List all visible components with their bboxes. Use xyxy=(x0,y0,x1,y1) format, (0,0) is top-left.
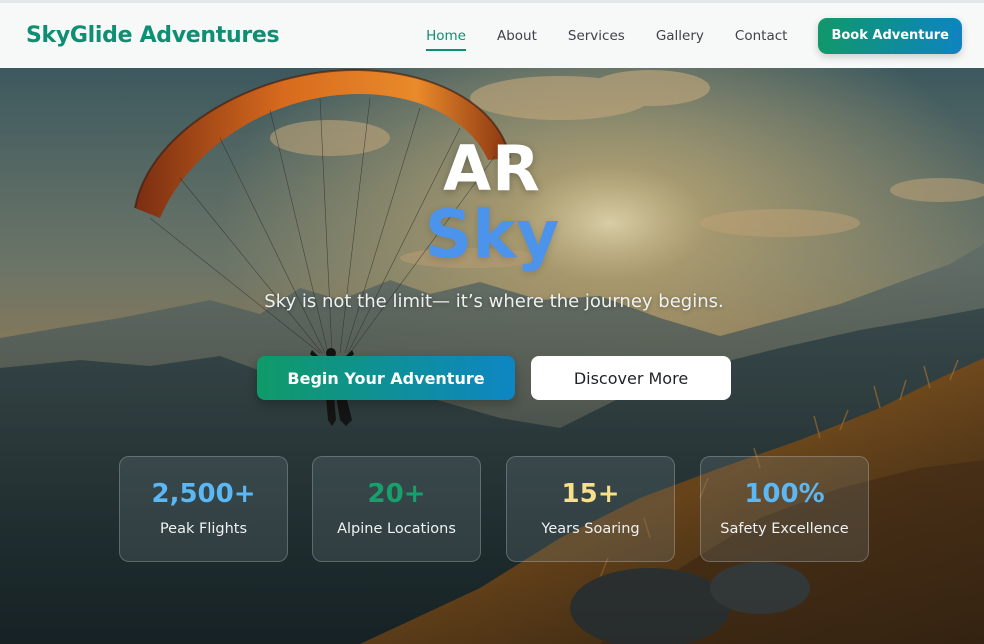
stat-card-peak-flights: 2,500+ Peak Flights xyxy=(119,456,288,562)
nav-link-contact[interactable]: Contact xyxy=(735,24,788,48)
stat-label: Safety Excellence xyxy=(720,521,849,537)
stat-value: 100% xyxy=(744,479,825,509)
stat-label: Years Soaring xyxy=(541,521,640,537)
top-navbar: SkyGlide Adventures Home About Services … xyxy=(0,0,984,68)
nav-link-services[interactable]: Services xyxy=(568,24,625,48)
hero-tagline: Sky is not the limit— it’s where the jou… xyxy=(264,291,724,312)
stat-label: Peak Flights xyxy=(159,521,248,537)
stat-value: 2,500+ xyxy=(151,479,256,509)
main-menu: Home About Services Gallery Contact Book… xyxy=(395,17,962,54)
hero-title-line1: AR xyxy=(443,132,541,205)
stat-card-years-soaring: 15+ Years Soaring xyxy=(506,456,675,562)
nav-link-about[interactable]: About xyxy=(497,24,537,48)
stat-card-alpine-locations: 20+ Alpine Locations xyxy=(312,456,481,562)
hero-section: AR Sky Sky is not the limit— it’s where … xyxy=(0,68,984,644)
stat-card-safety-excellence: 100% Safety Excellence xyxy=(700,456,869,562)
begin-adventure-button[interactable]: Begin Your Adventure xyxy=(257,356,515,400)
book-adventure-button[interactable]: Book Adventure xyxy=(818,17,962,54)
stat-value: 20+ xyxy=(367,479,426,509)
nav-link-gallery[interactable]: Gallery xyxy=(656,24,704,48)
stat-value: 15+ xyxy=(561,479,620,509)
nav-link-home[interactable]: Home xyxy=(426,24,466,51)
brand-logo[interactable]: SkyGlide Adventures xyxy=(26,23,280,48)
discover-more-button[interactable]: Discover More xyxy=(531,356,731,400)
hero-title-line2: Sky xyxy=(424,196,560,273)
stat-label: Alpine Locations xyxy=(337,521,456,537)
